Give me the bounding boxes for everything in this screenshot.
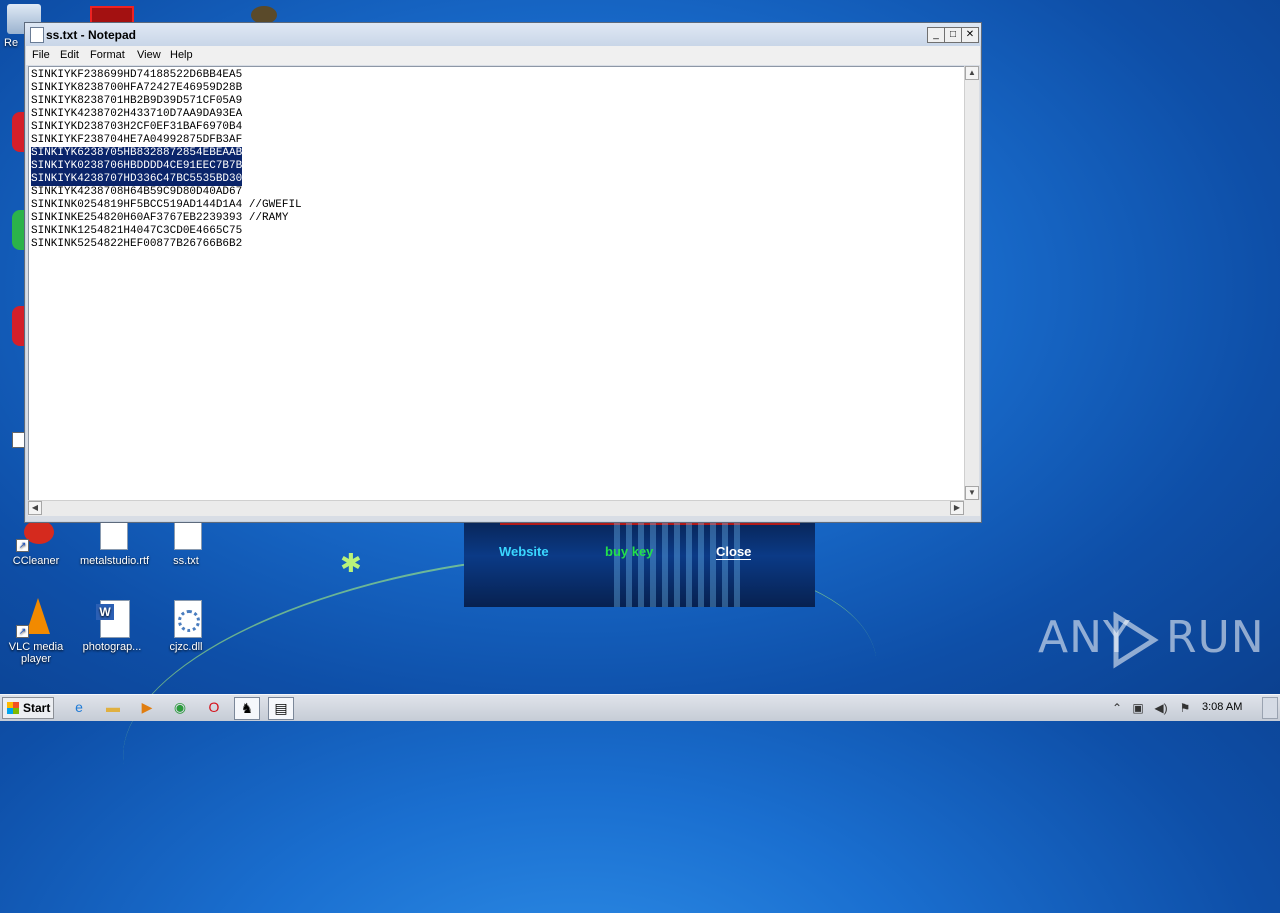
desktop-icon-cjzc-dll[interactable]: cjzc.dll <box>154 598 218 653</box>
taskbar-notepad-icon[interactable]: ▤ <box>268 697 294 720</box>
wallpaper-leaf-icon: ✱ <box>340 548 362 578</box>
menu-edit[interactable]: Edit <box>60 49 79 61</box>
ccleaner-label: CCleaner <box>12 555 60 567</box>
tray-flag-icon[interactable]: ⚑ <box>1177 700 1193 716</box>
taskbar-media-player-icon[interactable]: ▶ <box>135 697 159 718</box>
taskbar-clock[interactable]: 3:08 AM <box>1202 701 1242 713</box>
windows-logo-icon <box>7 702 19 714</box>
taskbar-chrome-icon[interactable]: ◉ <box>168 697 192 718</box>
shortcut-arrow-icon: ↗ <box>16 539 29 552</box>
tray-network-icon[interactable]: ▣ <box>1130 700 1146 716</box>
text-line[interactable]: SINKIYKF238699HD74188522D6BB4EA5 <box>31 69 242 82</box>
scroll-right-arrow-icon[interactable]: ▶ <box>950 501 964 515</box>
text-line[interactable]: SINKIYK8238701HB2B9D39D571CF05A9 <box>31 95 242 108</box>
show-desktop-button[interactable] <box>1262 697 1278 719</box>
photograph-label: photograp... <box>82 641 142 653</box>
taskbar: Start e ▬ ▶ ◉ O ♞ ▤ ⌃ ▣ ◀) ⚑ 3:08 AM <box>0 694 1280 721</box>
notepad-app-icon <box>30 27 44 43</box>
popup-website-link[interactable]: Website <box>499 544 549 559</box>
popup-buy-key-link[interactable]: buy key <box>605 544 653 559</box>
tray-volume-icon[interactable]: ◀) <box>1153 700 1169 716</box>
popup-building-image <box>614 522 744 607</box>
close-button[interactable]: ✕ <box>961 27 979 43</box>
shortcut-arrow-icon: ↗ <box>16 625 29 638</box>
scroll-left-arrow-icon[interactable]: ◀ <box>28 501 42 515</box>
vlc-label: VLC media player <box>8 641 64 665</box>
maximize-button[interactable]: □ <box>944 27 962 43</box>
text-line[interactable]: SINKINK1254821H4047C3CD0E4665C75 <box>31 225 242 238</box>
horizontal-scrollbar[interactable]: ◀ ▶ <box>28 500 964 516</box>
title-bar[interactable]: ss.txt - Notepad _ □ ✕ <box>25 23 981 46</box>
text-line[interactable]: SINKINK5254822HEF00877B26766B6B2 <box>31 238 242 251</box>
tray-expand-icon[interactable]: ⌃ <box>1109 700 1125 716</box>
scroll-up-arrow-icon[interactable]: ▲ <box>965 66 979 80</box>
word-document-icon: W <box>92 598 132 638</box>
minimize-button[interactable]: _ <box>927 27 945 43</box>
start-button[interactable]: Start <box>2 697 54 719</box>
text-line[interactable]: SINKINK0254819HF5BCC519AD144D1A4 //GWEFI… <box>31 199 302 212</box>
vlc-cone-icon: ↗ <box>16 598 56 638</box>
desktop-icon-vlc[interactable]: ↗ VLC media player <box>4 598 68 665</box>
taskbar-explorer-icon[interactable]: ▬ <box>101 697 125 718</box>
menu-view[interactable]: View <box>137 49 161 61</box>
notepad-window[interactable]: ss.txt - Notepad _ □ ✕ File Edit Format … <box>24 22 982 523</box>
metalstudio-label: metalstudio.rtf <box>80 555 150 567</box>
cjzc-dll-label: cjzc.dll <box>169 641 203 653</box>
menu-help[interactable]: Help <box>170 49 193 61</box>
start-label: Start <box>23 701 51 715</box>
text-line[interactable]: SINKIYKD238703H2CF0EF31BAF6970B4 <box>31 121 242 134</box>
text-line[interactable]: SINKIYK4238708H64B59C9D80D40AD67 <box>31 186 242 199</box>
text-line[interactable]: SINKIYK6238705HB8328872854EBEAAB <box>31 147 243 160</box>
taskbar-opera-icon[interactable]: O <box>202 697 226 718</box>
text-line[interactable]: SINKINKE254820H60AF3767EB2239393 //RAMY <box>31 212 288 225</box>
text-line[interactable]: SINKIYK0238706HBDDDD4CE91EEC7B7B <box>31 160 243 173</box>
text-line[interactable]: SINKIYK8238700HFA72427E46959D28B <box>31 82 242 95</box>
text-editor[interactable]: SINKIYKF238699HD74188522D6BB4EA5 SINKIYK8… <box>28 66 966 502</box>
popup-close-link[interactable]: Close <box>716 544 752 560</box>
taskbar-app-icon[interactable]: ♞ <box>234 697 260 720</box>
anyrun-watermark-right: RUN <box>1166 612 1265 663</box>
vertical-scrollbar[interactable]: ▲ ▼ <box>964 66 979 500</box>
text-line[interactable]: SINKIYK4238702H433710D7AA9DA93EA <box>31 108 242 121</box>
resize-grip-icon[interactable] <box>964 500 980 516</box>
text-line[interactable]: SINKIYKF238704HE7A04992875DFB3AF <box>31 134 242 147</box>
menu-bar: File Edit Format View Help <box>26 46 980 65</box>
desktop-icon-photograph[interactable]: W photograp... <box>80 598 144 653</box>
anyrun-play-icon <box>1113 611 1159 669</box>
ss-txt-label: ss.txt <box>173 555 199 567</box>
scroll-down-arrow-icon[interactable]: ▼ <box>965 486 979 500</box>
window-title: ss.txt - Notepad <box>46 28 137 42</box>
ransom-popup: Website buy key Close <box>464 522 815 607</box>
menu-format[interactable]: Format <box>90 49 125 61</box>
text-line[interactable]: SINKIYK4238707HD336C47BC5535BD30 <box>31 173 243 186</box>
menu-file[interactable]: File <box>32 49 50 61</box>
taskbar-ie-icon[interactable]: e <box>67 697 91 718</box>
dll-gear-icon <box>166 598 206 638</box>
